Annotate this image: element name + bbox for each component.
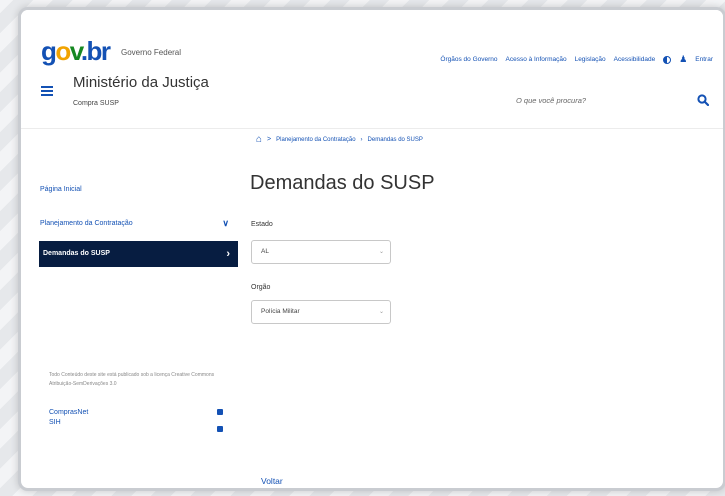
search-icon[interactable] [697, 94, 709, 106]
link-orgaos[interactable]: Órgãos do Governo [440, 56, 497, 63]
login-link[interactable]: Entrar [695, 56, 713, 63]
chevron-down-icon: ∨ [222, 218, 229, 228]
breadcrumb-separator: > [267, 136, 272, 143]
back-button[interactable]: Voltar [261, 476, 283, 486]
site-subtitle: Compra SUSP [73, 100, 119, 107]
sidebar-item-home[interactable]: Página Inicial [21, 186, 239, 193]
site-header: gov.br Governo Federal Órgãos do Governo… [21, 10, 723, 128]
top-links: Órgãos do Governo Acesso à Informação Le… [440, 54, 713, 65]
breadcrumb-item-planning[interactable]: Planejamento da Contratação [276, 137, 355, 143]
external-link-icon[interactable] [217, 426, 223, 432]
chevron-down-icon: ⌄ [378, 249, 384, 255]
chevron-down-icon: ⌄ [378, 309, 384, 315]
browser-window: gov.br Governo Federal Órgãos do Governo… [18, 7, 725, 491]
link-acesso-info[interactable]: Acesso à Informação [506, 56, 567, 63]
estado-label: Estado [251, 221, 273, 228]
chevron-right-icon: › [226, 248, 230, 260]
estado-select[interactable]: AL ⌄ [251, 240, 391, 264]
govbr-logo[interactable]: gov.br [41, 36, 111, 67]
sidebar-item-planning[interactable]: Planejamento da Contratação ∨ [21, 218, 239, 228]
search-input[interactable]: O que você procura? [516, 96, 586, 105]
hamburger-menu-icon[interactable] [41, 86, 53, 96]
orgao-value: Polícia Militar [261, 308, 300, 315]
external-link-icon[interactable] [217, 409, 223, 415]
breadcrumb: ⌂ > Planejamento da Contratação › Demand… [256, 134, 423, 145]
estado-value: AL [261, 248, 269, 255]
ministry-title: Ministério da Justiça [73, 74, 209, 91]
home-icon[interactable]: ⌂ [256, 134, 262, 145]
breadcrumb-item-demandas: Demandas do SUSP [367, 136, 423, 143]
link-comprasnet[interactable]: ComprasNet [49, 409, 88, 416]
orgao-select[interactable]: Polícia Militar ⌄ [251, 300, 391, 324]
contrast-icon[interactable] [663, 55, 672, 64]
page-title: Demandas do SUSP [250, 172, 435, 194]
sidebar: Página Inicial Planejamento da Contrataç… [21, 129, 241, 488]
license-text: Todo Conteúdo deste site está publicado … [49, 372, 215, 387]
orgao-label: Orgão [251, 284, 271, 291]
sidebar-item-demandas[interactable]: Demandas do SUSP › [39, 241, 238, 267]
sidebar-item-label: Planejamento da Contratação [40, 220, 133, 227]
sidebar-item-label: Demandas do SUSP [43, 250, 110, 257]
link-sih[interactable]: SIH [49, 419, 61, 426]
user-icon[interactable]: ♟ [679, 54, 687, 65]
link-acessibilidade[interactable]: Acessibilidade [614, 56, 656, 63]
link-legislacao[interactable]: Legislação [575, 56, 606, 63]
gov-label: Governo Federal [121, 48, 182, 57]
breadcrumb-separator: › [360, 136, 363, 143]
